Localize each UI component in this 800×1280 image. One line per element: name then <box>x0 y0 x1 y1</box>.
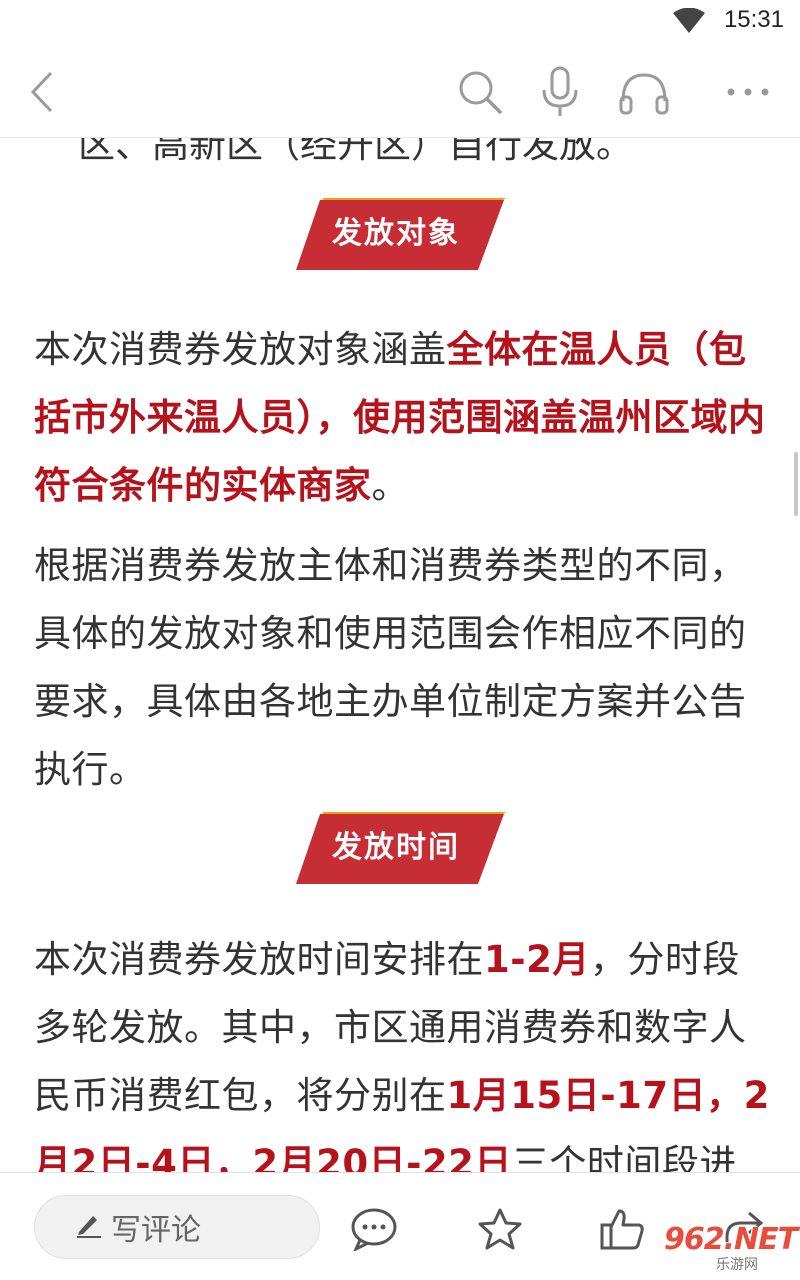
paragraph: 本次消费券发放对象涵盖全体在温人员（包括市外来温人员），使用范围涵盖温州区域内符… <box>34 316 770 520</box>
back-icon[interactable] <box>14 64 70 120</box>
like-icon[interactable] <box>596 1203 648 1255</box>
search-icon[interactable] <box>452 64 508 120</box>
watermark-text: 962.NET <box>664 1222 798 1257</box>
text: 本次消费券发放时间安排在 <box>34 938 484 981</box>
section-badge: 发放时间 <box>296 812 506 884</box>
paragraph: 本次消费券发放时间安排在1-2月，分时段多轮发放。其中，市区通用消费券和数字人民… <box>34 926 770 1172</box>
headphone-icon[interactable] <box>616 64 672 120</box>
more-icon[interactable] <box>720 64 776 120</box>
pen-icon <box>75 1212 103 1242</box>
status-bar: 15:31 <box>0 0 800 44</box>
mic-icon[interactable] <box>532 64 588 120</box>
article-content: 区、高新区（经开区）自行发放。 发放对象 本次消费券发放对象涵盖全体在温人员（包… <box>0 138 800 1172</box>
top-toolbar <box>0 44 800 138</box>
section-title: 发放对象 <box>332 216 460 251</box>
paragraph: 根据消费券发放主体和消费券类型的不同，具体的发放对象和使用范围会作相应不同的要求… <box>34 544 747 791</box>
chat-icon[interactable] <box>348 1203 400 1255</box>
star-icon[interactable] <box>474 1203 526 1255</box>
bottom-action-bar: 写评论 962.NET 乐游网 <box>0 1172 800 1280</box>
watermark-subtext: 乐游网 <box>716 1257 758 1273</box>
highlight-text: 1-2月 <box>484 938 590 981</box>
section-badge: 发放对象 <box>296 198 506 270</box>
watermark-logo: 962.NET 乐游网 <box>664 1222 798 1273</box>
wifi-icon <box>672 7 706 38</box>
text: 本次消费券发放对象涵盖 <box>34 328 447 371</box>
status-time: 15:31 <box>723 6 784 33</box>
comment-placeholder: 写评论 <box>111 1213 201 1248</box>
text: 。 <box>371 464 409 507</box>
comment-input[interactable]: 写评论 <box>34 1195 320 1259</box>
scrollbar[interactable] <box>794 452 798 516</box>
section-title: 发放时间 <box>332 830 460 865</box>
partial-line: 区、高新区（经开区）自行发放。 <box>78 138 633 166</box>
